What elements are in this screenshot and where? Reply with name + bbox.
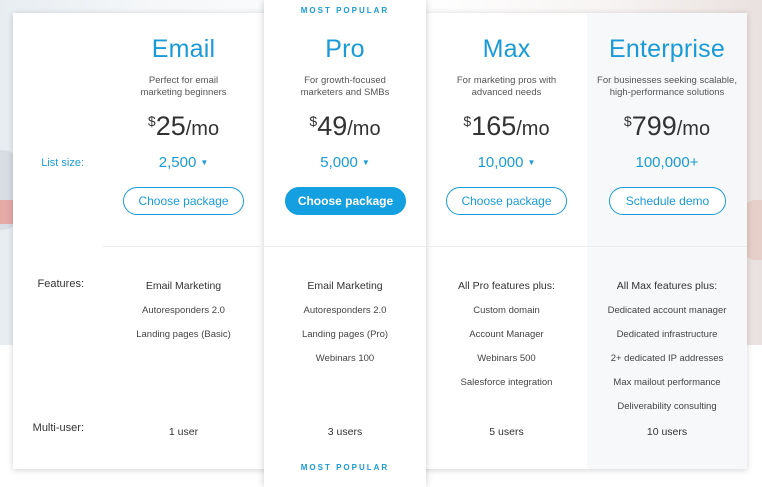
plan-price: $49/mo [264, 111, 426, 142]
plan-description: For growth-focused marketers and SMBs [300, 75, 390, 98]
list-size-value: 10,000 [477, 154, 524, 171]
users-count: 10 users [646, 426, 688, 438]
feature-item: Deliverability consulting [617, 401, 717, 412]
feature-item: Webinars 100 [315, 353, 375, 364]
price-amount: 25 [155, 111, 186, 141]
plan-enterprise: Enterprise For businesses seeking scalab… [587, 35, 747, 487]
most-popular-badge: MOST POPULAR [300, 6, 390, 15]
features-title: Email Marketing [307, 280, 383, 292]
list-size-value: 5,000 [320, 154, 358, 171]
price-period: /mo [516, 118, 550, 140]
plan-description: For businesses seeking scalable, high-pe… [597, 75, 737, 98]
plan-price: $165/mo [426, 111, 587, 142]
price-period: /mo [676, 118, 711, 140]
price-currency: $ [463, 113, 472, 129]
price-period: /mo [347, 118, 381, 140]
feature-item: Landing pages (Pro) [301, 329, 389, 340]
feature-item: Webinars 500 [477, 353, 536, 364]
plan-name: Enterprise [609, 35, 725, 63]
plan-price: $799/mo [587, 111, 747, 142]
feature-item: 2+ dedicated IP addresses [610, 353, 724, 364]
feature-item: Max mailout performance [613, 377, 721, 388]
choose-package-button[interactable]: Choose package [285, 187, 406, 215]
feature-item: Landing pages (Basic) [136, 329, 231, 340]
features-title: Email Marketing [145, 280, 222, 292]
list-size-value: 2,500 [158, 154, 197, 171]
background-photo-detail [745, 200, 762, 260]
plan-name: Pro [325, 35, 365, 63]
price-amount: 49 [317, 111, 348, 141]
list-size-label: List size: [41, 157, 84, 169]
features-label: Features: [37, 278, 84, 290]
plan-email: Email Perfect for email marketing beginn… [103, 35, 264, 487]
users-count: 5 users [489, 426, 524, 438]
schedule-demo-button[interactable]: Schedule demo [609, 187, 726, 215]
plan-name: Email [151, 35, 216, 63]
price-period: /mo [185, 118, 220, 140]
plan-price: $25/mo [103, 111, 264, 142]
list-size-value: 100,000+ [635, 154, 699, 171]
features-title: All Pro features plus: [458, 280, 555, 292]
plan-description: Perfect for email marketing beginners [140, 75, 227, 98]
caret-down-icon: ▼ [200, 158, 209, 167]
price-currency: $ [623, 113, 632, 129]
list-size-dropdown[interactable]: 2,500 ▼ [103, 154, 264, 171]
feature-item: Custom domain [473, 305, 540, 316]
most-popular-badge: MOST POPULAR [300, 463, 390, 472]
background-photo-detail [0, 200, 14, 224]
list-size-dropdown[interactable]: 10,000 ▼ [426, 154, 587, 171]
users-count: 3 users [327, 426, 363, 438]
multi-user-label: Multi-user: [32, 422, 84, 434]
list-size-dropdown[interactable]: 5,000 ▼ [264, 154, 426, 171]
caret-down-icon: ▼ [527, 158, 536, 167]
price-amount: 165 [471, 111, 517, 141]
feature-item: Dedicated account manager [607, 305, 727, 316]
feature-item: Salesforce integration [460, 377, 553, 388]
price-currency: $ [309, 113, 318, 129]
choose-package-button[interactable]: Choose package [123, 187, 244, 215]
price-amount: 799 [631, 111, 677, 141]
feature-item: Dedicated infrastructure [616, 329, 718, 340]
plan-name: Max [482, 35, 531, 63]
choose-package-button[interactable]: Choose package [446, 187, 567, 215]
plan-description: For marketing pros with advanced needs [456, 75, 557, 98]
price-currency: $ [147, 113, 156, 129]
caret-down-icon: ▼ [361, 158, 370, 167]
feature-item: Autoresponders 2.0 [142, 305, 225, 316]
feature-item: Autoresponders 2.0 [303, 305, 387, 316]
users-count: 1 user [168, 426, 199, 438]
features-title: All Max features plus: [616, 280, 718, 292]
plan-max: Max For marketing pros with advanced nee… [426, 35, 587, 487]
feature-item: Account Manager [469, 329, 544, 340]
plan-pro: MOST POPULAR Pro For growth-focused mark… [264, 0, 426, 487]
